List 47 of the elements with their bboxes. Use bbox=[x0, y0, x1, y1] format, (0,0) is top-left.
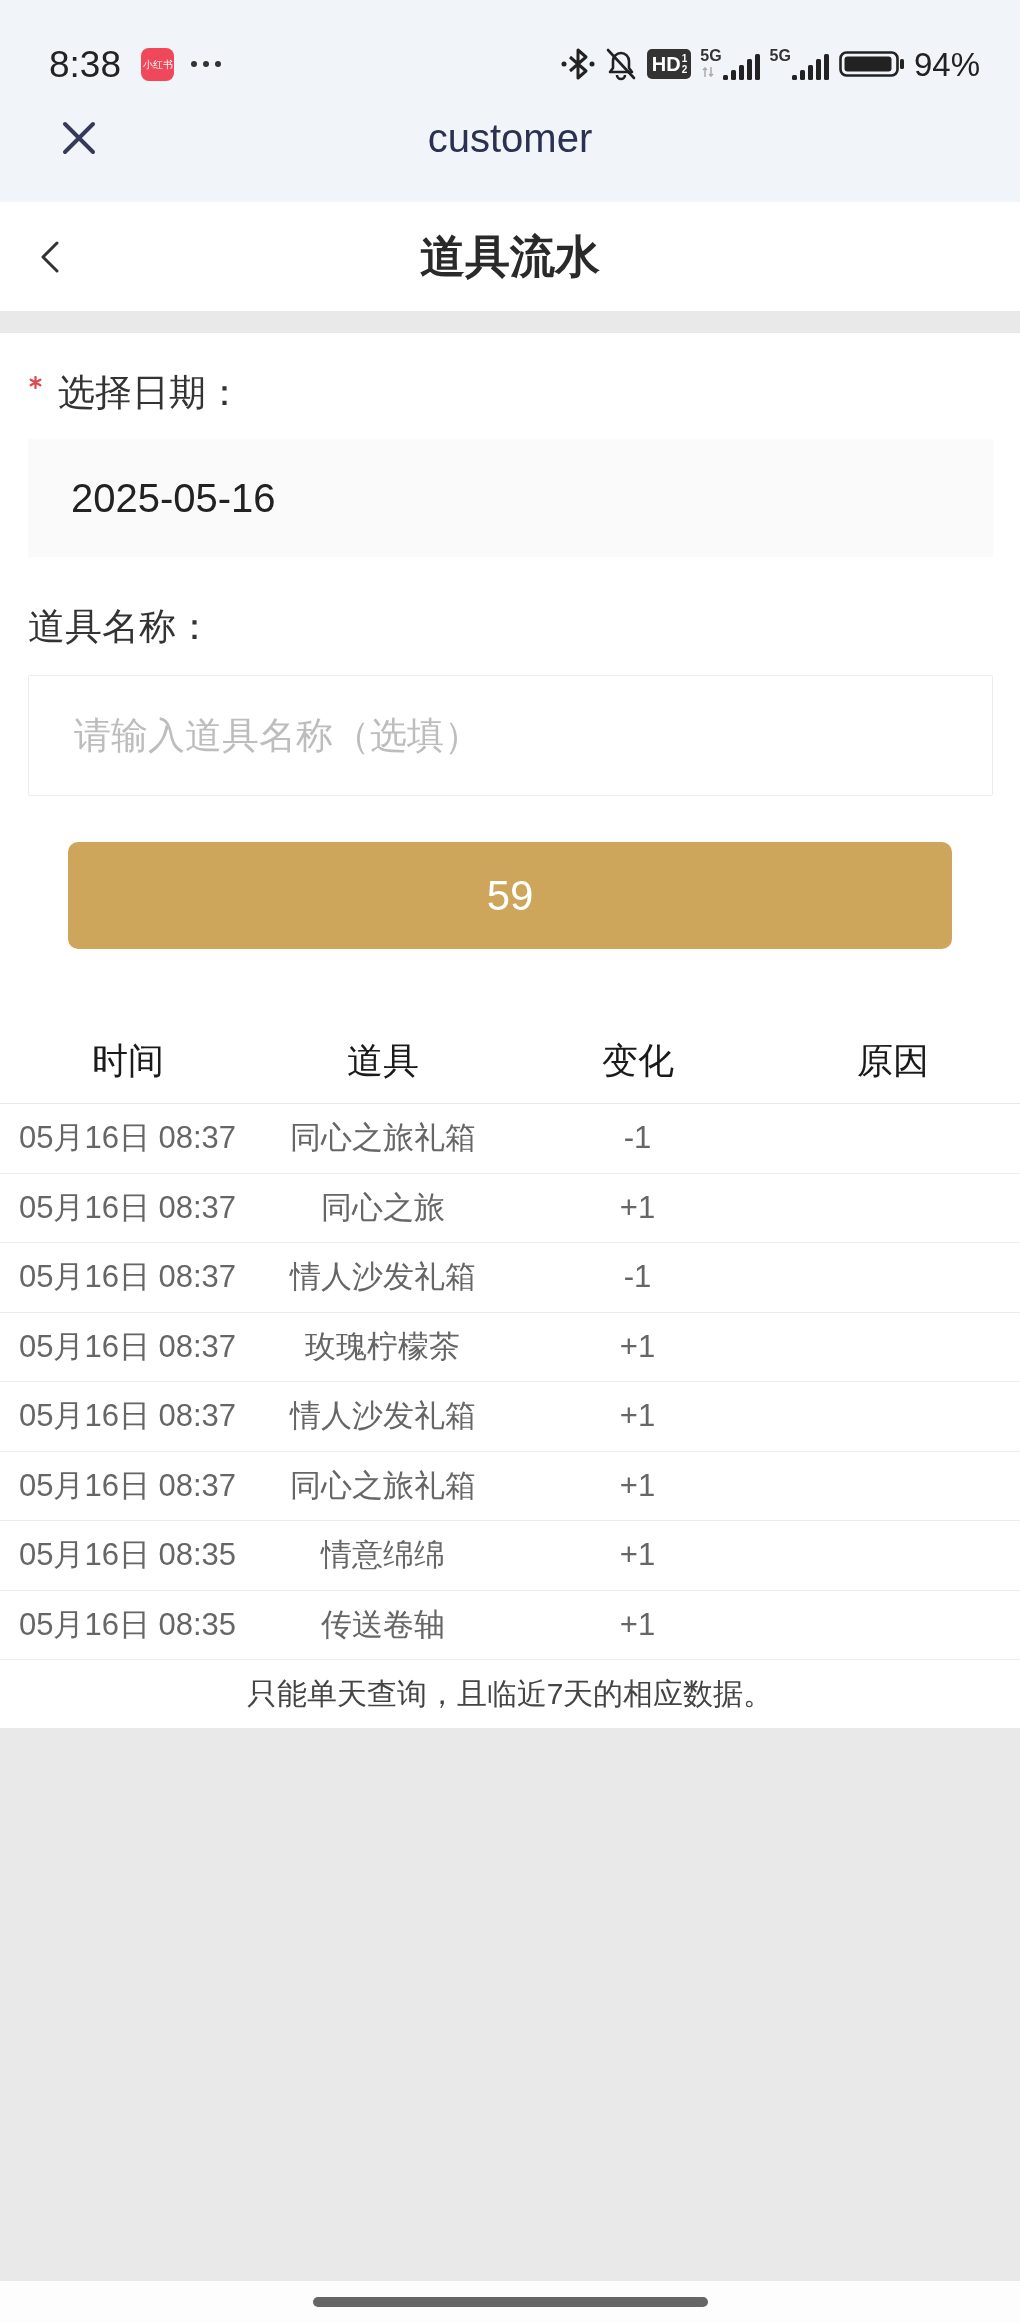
table-cell-text: 同心之旅礼箱 bbox=[289, 1119, 476, 1158]
status-time: 8:38 bbox=[49, 45, 121, 83]
close-icon[interactable] bbox=[62, 121, 96, 155]
table-cell-text: 情意绵绵 bbox=[320, 1536, 445, 1575]
table-cell-text: 玫瑰柠檬茶 bbox=[305, 1327, 460, 1366]
table-cell-text: 传送卷轴 bbox=[320, 1605, 445, 1644]
network-type-label: 5G bbox=[769, 48, 791, 64]
table-cell-text: 05月16日 08:37 bbox=[18, 1397, 237, 1436]
table-cell-text: 05月16日 08:37 bbox=[18, 1258, 237, 1297]
page-title: 道具流水 bbox=[420, 229, 600, 284]
table-cell: +1 bbox=[619, 1328, 656, 1365]
table-cell-text: 05月16日 08:37 bbox=[18, 1119, 237, 1158]
battery-percent: 94% bbox=[913, 47, 980, 81]
column-header: 原因 bbox=[856, 1038, 929, 1083]
table-cell: +1 bbox=[619, 1467, 656, 1504]
back-icon[interactable] bbox=[40, 240, 60, 273]
item-name-field[interactable]: 请输入道具名称（选填） bbox=[28, 675, 993, 796]
table-cell: -1 bbox=[623, 1259, 652, 1296]
field-label: 道具名称： bbox=[28, 605, 213, 649]
table-cell-text: 05月16日 08:37 bbox=[18, 1327, 237, 1366]
table-cell-text: 情人沙发礼箱 bbox=[289, 1397, 476, 1436]
date-field[interactable]: 2025-05-16 bbox=[28, 439, 993, 557]
table-cell-text: 同心之旅礼箱 bbox=[289, 1466, 476, 1505]
column-header: 时间 bbox=[91, 1038, 164, 1083]
table-cell-text: 同心之旅 bbox=[320, 1188, 445, 1227]
battery-icon bbox=[838, 51, 905, 77]
app-title: customer bbox=[427, 115, 593, 161]
table-cell: +1 bbox=[619, 1189, 656, 1226]
table-cell-text: 05月16日 08:37 bbox=[18, 1466, 237, 1505]
note-text: 只能单天查询，且临近7天的相应数据。 bbox=[246, 1675, 774, 1712]
bluetooth-icon bbox=[560, 47, 595, 81]
table-cell: +1 bbox=[619, 1398, 656, 1435]
table-cell: +1 bbox=[619, 1537, 656, 1574]
signal-bars-icon bbox=[722, 54, 761, 80]
app-logo: 小红书 bbox=[141, 47, 174, 81]
table-cell-text: 05月16日 08:35 bbox=[18, 1605, 237, 1644]
signal-bars-icon bbox=[791, 54, 830, 80]
more-icon bbox=[191, 61, 221, 67]
table-cell-text: 05月16日 08:35 bbox=[18, 1536, 237, 1575]
network-type-label: 5G bbox=[700, 48, 722, 64]
column-header: 道具 bbox=[346, 1038, 419, 1083]
column-header: 变化 bbox=[601, 1038, 674, 1083]
table-cell-text: 情人沙发礼箱 bbox=[289, 1258, 476, 1297]
table-cell-text: 05月16日 08:37 bbox=[18, 1188, 237, 1227]
table-cell: -1 bbox=[623, 1120, 652, 1157]
field-label: 选择日期： bbox=[58, 371, 243, 415]
table-cell: +1 bbox=[619, 1606, 656, 1643]
